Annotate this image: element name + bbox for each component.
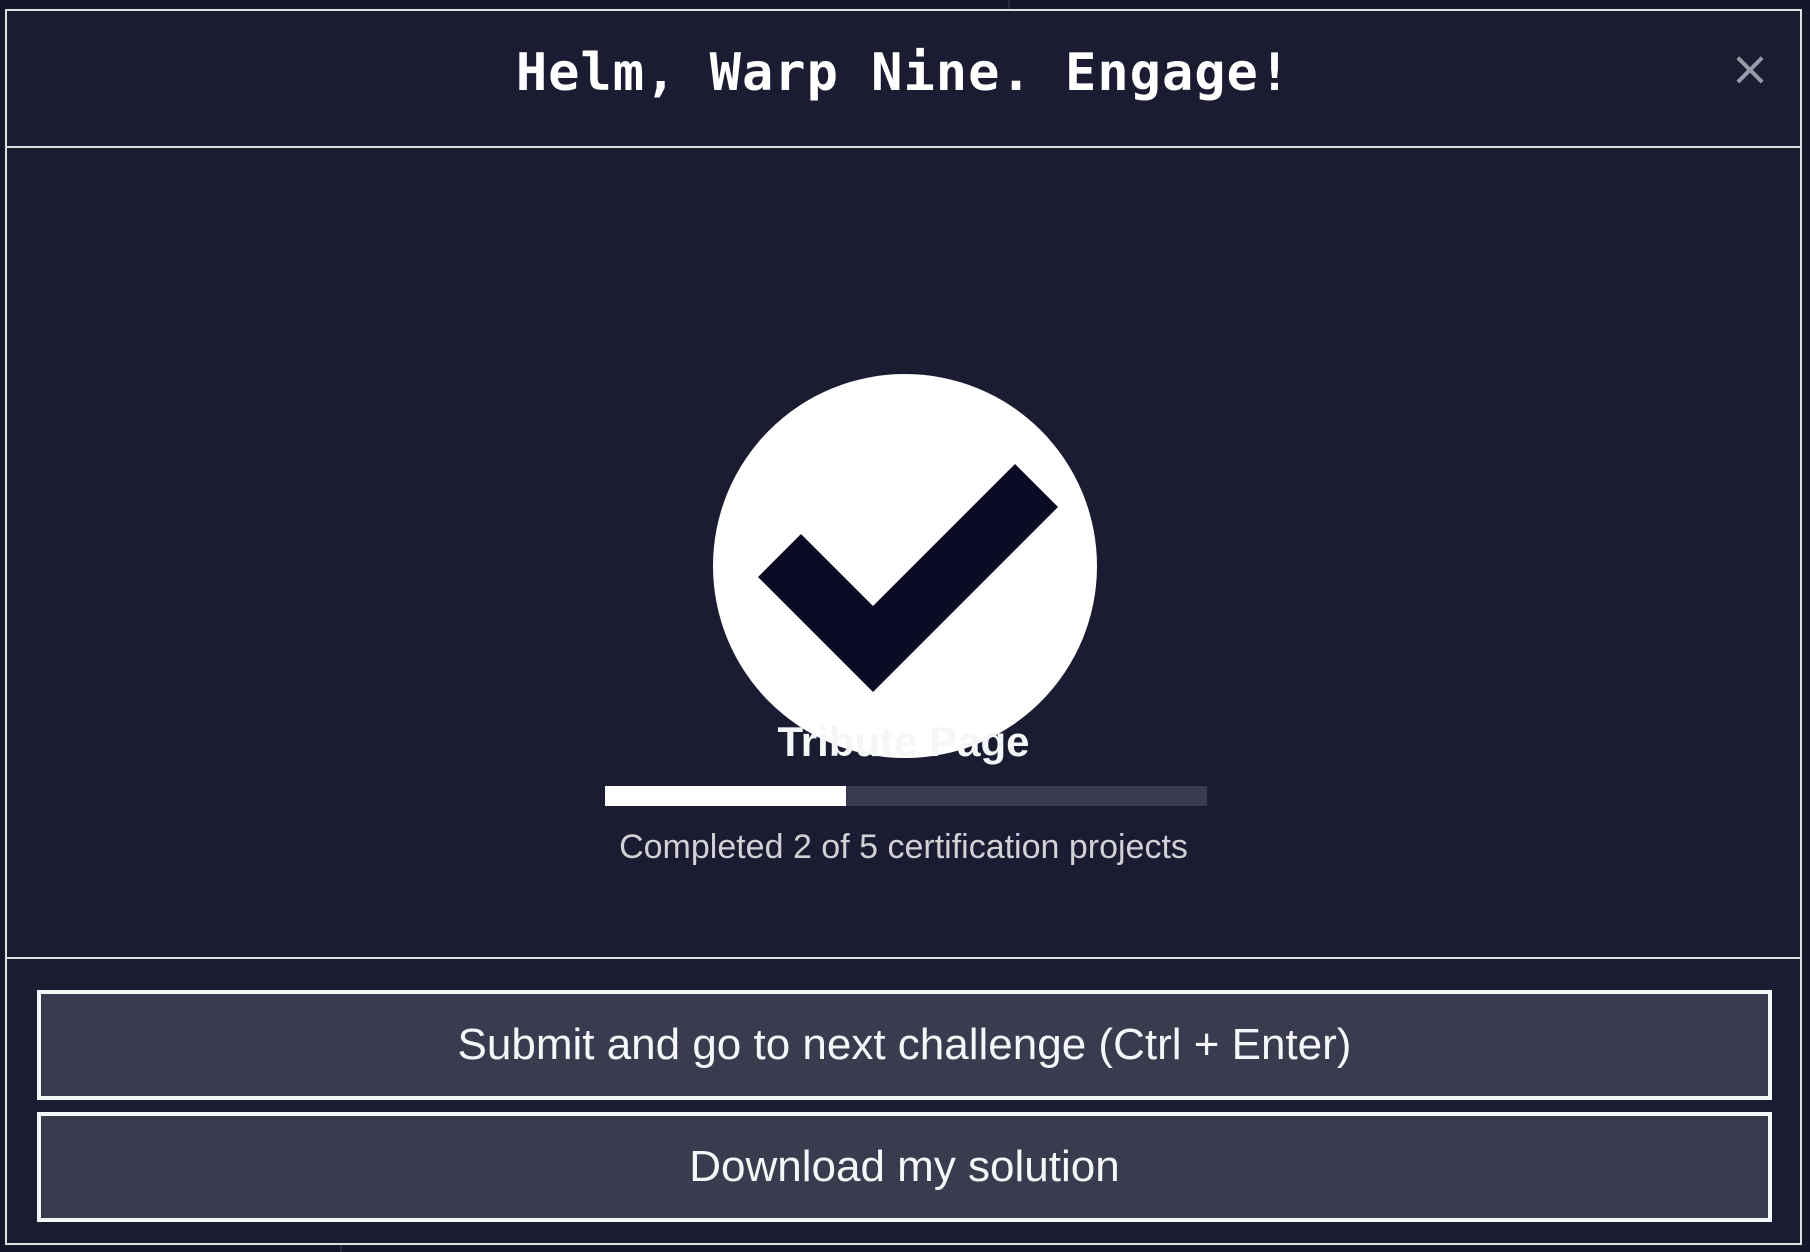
project-title: Tribute Page bbox=[777, 718, 1030, 765]
modal-title: Helm, Warp Nine. Engage! bbox=[515, 43, 1292, 103]
completion-modal: Helm, Warp Nine. Engage! × Tribute Page … bbox=[5, 9, 1802, 1245]
check-circle-icon bbox=[713, 374, 1097, 758]
backdrop-divider bbox=[1008, 0, 1010, 9]
progress-bar-fill bbox=[605, 786, 846, 806]
submit-next-challenge-button[interactable]: Submit and go to next challenge (Ctrl + … bbox=[37, 990, 1772, 1100]
progress-bar bbox=[605, 786, 1207, 806]
modal-header: Helm, Warp Nine. Engage! × bbox=[7, 11, 1800, 148]
modal-body: Tribute Page Completed 2 of 5 certificat… bbox=[7, 148, 1800, 959]
modal-footer: Submit and go to next challenge (Ctrl + … bbox=[7, 959, 1800, 1243]
close-button[interactable]: × bbox=[1728, 45, 1772, 93]
download-solution-button[interactable]: Download my solution bbox=[37, 1112, 1772, 1222]
backdrop-divider bbox=[340, 1244, 342, 1252]
progress-caption: Completed 2 of 5 certification projects bbox=[619, 828, 1188, 866]
